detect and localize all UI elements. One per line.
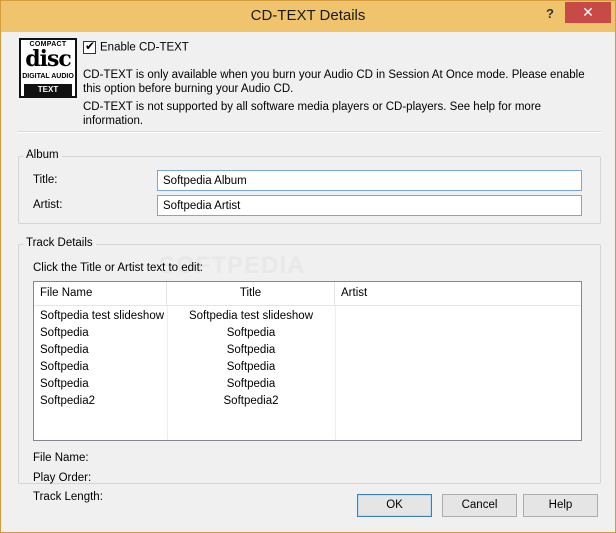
enable-cd-text-row[interactable]: ✔ Enable CD-TEXT [83,39,189,57]
track-file-name: Softpedia2 [40,395,95,407]
track-title[interactable]: Softpedia [167,376,335,393]
dialog-body: COMPACT disc DIGITAL AUDIO TEXT ✔ Enable … [8,32,608,526]
track-list[interactable]: File Name Title Artist Softpedia test sl… [33,281,582,441]
track-file-name: Softpedia [40,361,89,373]
enable-cd-text-label[interactable]: Enable CD-TEXT [100,42,189,54]
column-artist[interactable]: Artist [335,282,581,306]
title-bar[interactable]: CD-TEXT Details ? ✕ [1,1,615,32]
info-session-at-once: CD-TEXT is only available when you burn … [83,69,585,95]
album-title-label: Title: [33,174,58,186]
track-row[interactable]: Softpedia test slideshow Softpedia test … [34,308,581,325]
logo-line-disc: disc [25,46,72,72]
track-title[interactable]: Softpedia [167,359,335,376]
album-title-input[interactable]: Softpedia Album [157,170,582,191]
logo-line-text: TEXT [24,84,72,96]
album-artist-label: Artist: [33,199,63,211]
track-details-group-label: Track Details [23,237,96,249]
track-title[interactable]: Softpedia2 [167,393,335,410]
track-list-header: File Name Title Artist [34,282,581,306]
album-group-label: Album [23,149,62,161]
track-file-name: Softpedia [40,378,89,390]
track-title[interactable]: Softpedia [167,325,335,342]
track-row[interactable]: Softpedia2 Softpedia2 [34,393,581,410]
window-title: CD-TEXT Details [250,7,366,24]
cancel-button[interactable]: Cancel [442,494,517,517]
track-details-group: Track Details SOFTPEDIA Click the Title … [18,237,601,503]
column-file-name[interactable]: File Name [34,282,167,306]
file-name-label: File Name: [33,452,89,464]
ok-button[interactable]: OK [357,494,432,517]
help-button[interactable]: Help [523,494,598,517]
help-title-button[interactable]: ? [537,5,563,25]
track-length-label: Track Length: [33,491,103,503]
track-row[interactable]: Softpedia Softpedia [34,359,581,376]
edit-hint: Click the Title or Artist text to edit: [33,262,204,274]
track-title[interactable]: Softpedia test slideshow [167,308,335,325]
column-title[interactable]: Title [167,282,335,306]
track-file-name: Softpedia [40,327,89,339]
track-title[interactable]: Softpedia [167,342,335,359]
separator [18,131,601,133]
info-player-support: CD-TEXT is not supported by all software… [83,101,542,127]
play-order-label: Play Order: [33,472,92,484]
track-file-name: Softpedia test slideshow [40,310,165,322]
track-file-name: Softpedia [40,344,89,356]
cd-text-dialog: CD-TEXT Details ? ✕ COMPACT disc DIGITAL… [0,0,616,533]
close-button[interactable]: ✕ [565,2,611,23]
logo-line-digital-audio: DIGITAL AUDIO [22,73,74,80]
track-row[interactable]: Softpedia Softpedia [34,376,581,393]
album-group: Album Title: Softpedia Album Artist: Sof… [18,149,601,224]
checkmark-icon: ✔ [85,39,96,53]
album-artist-input[interactable]: Softpedia Artist [157,195,582,216]
track-row[interactable]: Softpedia Softpedia [34,325,581,342]
compact-disc-text-logo: COMPACT disc DIGITAL AUDIO TEXT [19,38,77,98]
track-row[interactable]: Softpedia Softpedia [34,342,581,359]
enable-cd-text-checkbox[interactable]: ✔ [83,39,96,54]
